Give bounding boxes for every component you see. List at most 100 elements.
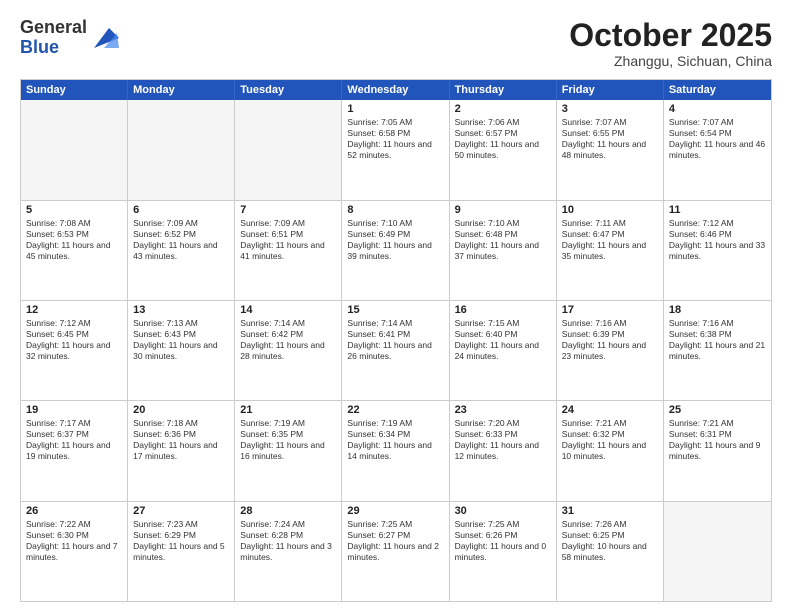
calendar-cell — [21, 100, 128, 199]
calendar-cell: 2Sunrise: 7:06 AMSunset: 6:57 PMDaylight… — [450, 100, 557, 199]
title-block: October 2025 Zhanggu, Sichuan, China — [569, 18, 772, 69]
calendar-header: SundayMondayTuesdayWednesdayThursdayFrid… — [21, 80, 771, 100]
cell-info: Sunrise: 7:22 AMSunset: 6:30 PMDaylight:… — [26, 519, 122, 563]
day-header-sunday: Sunday — [21, 80, 128, 100]
calendar-cell: 19 Sunrise: 7:17 AMSunset: 6:37 PMDayligh… — [21, 401, 128, 500]
location: Zhanggu, Sichuan, China — [569, 53, 772, 69]
day-number: 13 — [133, 304, 229, 316]
cell-info: Sunrise: 7:05 AMSunset: 6:58 PMDaylight:… — [347, 117, 443, 161]
cell-info: Sunrise: 7:11 AMSunset: 6:47 PMDaylight:… — [562, 218, 658, 262]
cell-info: Sunrise: 7:15 AMSunset: 6:40 PMDaylight:… — [455, 318, 551, 362]
calendar: SundayMondayTuesdayWednesdayThursdayFrid… — [20, 79, 772, 602]
cell-info: Sunrise: 7:09 AMSunset: 6:52 PMDaylight:… — [133, 218, 229, 262]
day-number: 31 — [562, 505, 658, 517]
day-number: 24 — [562, 404, 658, 416]
day-number: 27 — [133, 505, 229, 517]
logo: General Blue — [20, 18, 119, 58]
day-number: 29 — [347, 505, 443, 517]
cell-info: Sunrise: 7:14 AMSunset: 6:41 PMDaylight:… — [347, 318, 443, 362]
day-number: 14 — [240, 304, 336, 316]
cell-info: Sunrise: 7:19 AMSunset: 6:35 PMDaylight:… — [240, 418, 336, 462]
day-number: 12 — [26, 304, 122, 316]
calendar-cell: 5 Sunrise: 7:08 AMSunset: 6:53 PMDaylight… — [21, 201, 128, 300]
calendar-cell: 13 Sunrise: 7:13 AMSunset: 6:43 PMDayligh… — [128, 301, 235, 400]
calendar-cell — [128, 100, 235, 199]
cell-info: Sunrise: 7:13 AMSunset: 6:43 PMDaylight:… — [133, 318, 229, 362]
day-number: 3 — [562, 103, 658, 115]
cell-info: Sunrise: 7:08 AMSunset: 6:53 PMDaylight:… — [26, 218, 122, 262]
day-number: 18 — [669, 304, 766, 316]
day-header-wednesday: Wednesday — [342, 80, 449, 100]
day-number: 7 — [240, 204, 336, 216]
calendar-cell: 6 Sunrise: 7:09 AMSunset: 6:52 PMDaylight… — [128, 201, 235, 300]
calendar-row-4: 26 Sunrise: 7:22 AMSunset: 6:30 PMDayligh… — [21, 501, 771, 601]
calendar-cell: 18 Sunrise: 7:16 AMSunset: 6:38 PMDayligh… — [664, 301, 771, 400]
calendar-cell: 27Sunrise: 7:23 AMSunset: 6:29 PMDayligh… — [128, 502, 235, 601]
cell-info: Sunrise: 7:14 AMSunset: 6:42 PMDaylight:… — [240, 318, 336, 362]
day-number: 5 — [26, 204, 122, 216]
calendar-cell: 30Sunrise: 7:25 AMSunset: 6:26 PMDayligh… — [450, 502, 557, 601]
calendar-cell — [235, 100, 342, 199]
header: General Blue October 2025 Zhanggu, Sichu… — [20, 18, 772, 69]
day-number: 17 — [562, 304, 658, 316]
cell-info: Sunrise: 7:17 AMSunset: 6:37 PMDaylight:… — [26, 418, 122, 462]
day-header-tuesday: Tuesday — [235, 80, 342, 100]
calendar-cell: 10 Sunrise: 7:11 AMSunset: 6:47 PMDayligh… — [557, 201, 664, 300]
day-number: 28 — [240, 505, 336, 517]
cell-info: Sunrise: 7:07 AMSunset: 6:54 PMDaylight:… — [669, 117, 766, 161]
day-header-monday: Monday — [128, 80, 235, 100]
calendar-cell: 25 Sunrise: 7:21 AMSunset: 6:31 PMDayligh… — [664, 401, 771, 500]
day-header-thursday: Thursday — [450, 80, 557, 100]
calendar-cell: 23Sunrise: 7:20 AMSunset: 6:33 PMDayligh… — [450, 401, 557, 500]
cell-info: Sunrise: 7:19 AMSunset: 6:34 PMDaylight:… — [347, 418, 443, 462]
calendar-cell: 29Sunrise: 7:25 AMSunset: 6:27 PMDayligh… — [342, 502, 449, 601]
calendar-cell: 21 Sunrise: 7:19 AMSunset: 6:35 PMDayligh… — [235, 401, 342, 500]
day-number: 11 — [669, 204, 766, 216]
calendar-cell: 14 Sunrise: 7:14 AMSunset: 6:42 PMDayligh… — [235, 301, 342, 400]
day-number: 15 — [347, 304, 443, 316]
calendar-cell: 26 Sunrise: 7:22 AMSunset: 6:30 PMDayligh… — [21, 502, 128, 601]
calendar-cell: 17 Sunrise: 7:16 AMSunset: 6:39 PMDayligh… — [557, 301, 664, 400]
cell-info: Sunrise: 7:10 AMSunset: 6:49 PMDaylight:… — [347, 218, 443, 262]
calendar-row-0: 1 Sunrise: 7:05 AMSunset: 6:58 PMDaylight… — [21, 100, 771, 199]
logo-icon — [89, 23, 119, 53]
calendar-row-3: 19 Sunrise: 7:17 AMSunset: 6:37 PMDayligh… — [21, 400, 771, 500]
calendar-cell: 15 Sunrise: 7:14 AMSunset: 6:41 PMDayligh… — [342, 301, 449, 400]
cell-info: Sunrise: 7:21 AMSunset: 6:31 PMDaylight:… — [669, 418, 766, 462]
cell-info: Sunrise: 7:16 AMSunset: 6:38 PMDaylight:… — [669, 318, 766, 362]
day-number: 26 — [26, 505, 122, 517]
calendar-cell: 8Sunrise: 7:10 AMSunset: 6:49 PMDaylight… — [342, 201, 449, 300]
calendar-cell: 31 Sunrise: 7:26 AMSunset: 6:25 PMDayligh… — [557, 502, 664, 601]
calendar-row-1: 5 Sunrise: 7:08 AMSunset: 6:53 PMDaylight… — [21, 200, 771, 300]
calendar-cell: 1 Sunrise: 7:05 AMSunset: 6:58 PMDaylight… — [342, 100, 449, 199]
day-number: 22 — [347, 404, 443, 416]
day-number: 4 — [669, 103, 766, 115]
calendar-cell: 4 Sunrise: 7:07 AMSunset: 6:54 PMDaylight… — [664, 100, 771, 199]
calendar-cell: 3Sunrise: 7:07 AMSunset: 6:55 PMDaylight… — [557, 100, 664, 199]
page: General Blue October 2025 Zhanggu, Sichu… — [0, 0, 792, 612]
logo-general: General — [20, 18, 87, 38]
calendar-cell: 11 Sunrise: 7:12 AMSunset: 6:46 PMDayligh… — [664, 201, 771, 300]
day-number: 21 — [240, 404, 336, 416]
day-number: 1 — [347, 103, 443, 115]
day-header-friday: Friday — [557, 80, 664, 100]
calendar-cell: 16Sunrise: 7:15 AMSunset: 6:40 PMDayligh… — [450, 301, 557, 400]
calendar-cell: 22 Sunrise: 7:19 AMSunset: 6:34 PMDayligh… — [342, 401, 449, 500]
cell-info: Sunrise: 7:26 AMSunset: 6:25 PMDaylight:… — [562, 519, 658, 563]
day-number: 25 — [669, 404, 766, 416]
cell-info: Sunrise: 7:16 AMSunset: 6:39 PMDaylight:… — [562, 318, 658, 362]
calendar-cell: 28Sunrise: 7:24 AMSunset: 6:28 PMDayligh… — [235, 502, 342, 601]
logo-blue: Blue — [20, 38, 87, 58]
calendar-cell: 7Sunrise: 7:09 AMSunset: 6:51 PMDaylight… — [235, 201, 342, 300]
day-number: 6 — [133, 204, 229, 216]
logo-text: General Blue — [20, 18, 87, 58]
day-number: 2 — [455, 103, 551, 115]
day-number: 19 — [26, 404, 122, 416]
day-number: 30 — [455, 505, 551, 517]
month-title: October 2025 — [569, 18, 772, 53]
cell-info: Sunrise: 7:20 AMSunset: 6:33 PMDaylight:… — [455, 418, 551, 462]
cell-info: Sunrise: 7:12 AMSunset: 6:46 PMDaylight:… — [669, 218, 766, 262]
day-number: 9 — [455, 204, 551, 216]
cell-info: Sunrise: 7:21 AMSunset: 6:32 PMDaylight:… — [562, 418, 658, 462]
day-number: 10 — [562, 204, 658, 216]
